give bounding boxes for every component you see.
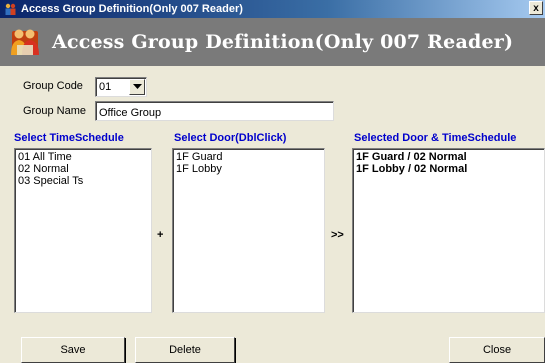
window-title: Access Group Definition(Only 007 Reader) <box>21 3 243 15</box>
app-icon <box>3 2 17 16</box>
header-banner: Access Group Definition(Only 007 Reader) <box>0 18 545 66</box>
list-item[interactable]: 01 All Time <box>18 151 148 163</box>
chevron-down-icon[interactable] <box>129 79 145 95</box>
group-code-value: 01 <box>99 81 112 93</box>
title-bar: Access Group Definition(Only 007 Reader)… <box>0 0 545 18</box>
save-button[interactable]: Save <box>21 337 125 363</box>
list-item[interactable]: 02 Normal <box>18 163 148 175</box>
group-code-label: Group Code <box>23 80 83 92</box>
list-item[interactable]: 03 Special Ts <box>18 175 148 187</box>
door-header: Select Door(DblClick) <box>174 132 287 144</box>
selected-list[interactable]: 1F Guard / 02 Normal 1F Lobby / 02 Norma… <box>352 148 545 313</box>
group-name-label: Group Name <box>23 105 86 117</box>
delete-button[interactable]: Delete <box>135 337 235 363</box>
users-icon <box>8 25 42 59</box>
selected-header: Selected Door & TimeSchedule <box>354 132 517 144</box>
group-code-select[interactable]: 01 <box>95 77 147 97</box>
list-item[interactable]: 1F Lobby / 02 Normal <box>356 163 541 175</box>
door-list[interactable]: 1F Guard 1F Lobby <box>172 148 325 313</box>
list-item[interactable]: 1F Guard <box>176 151 321 163</box>
group-name-input[interactable] <box>95 101 334 121</box>
plus-symbol: + <box>157 229 164 241</box>
list-item[interactable]: 1F Guard / 02 Normal <box>356 151 541 163</box>
list-item[interactable]: 1F Lobby <box>176 163 321 175</box>
close-icon[interactable]: x <box>529 1 543 15</box>
timeschedule-list[interactable]: 01 All Time 02 Normal 03 Special Ts <box>14 148 152 313</box>
banner-title: Access Group Definition(Only 007 Reader) <box>52 31 514 53</box>
timeschedule-header: Select TimeSchedule <box>14 132 124 144</box>
close-button[interactable]: Close <box>449 337 545 363</box>
move-symbol: >> <box>331 229 344 241</box>
